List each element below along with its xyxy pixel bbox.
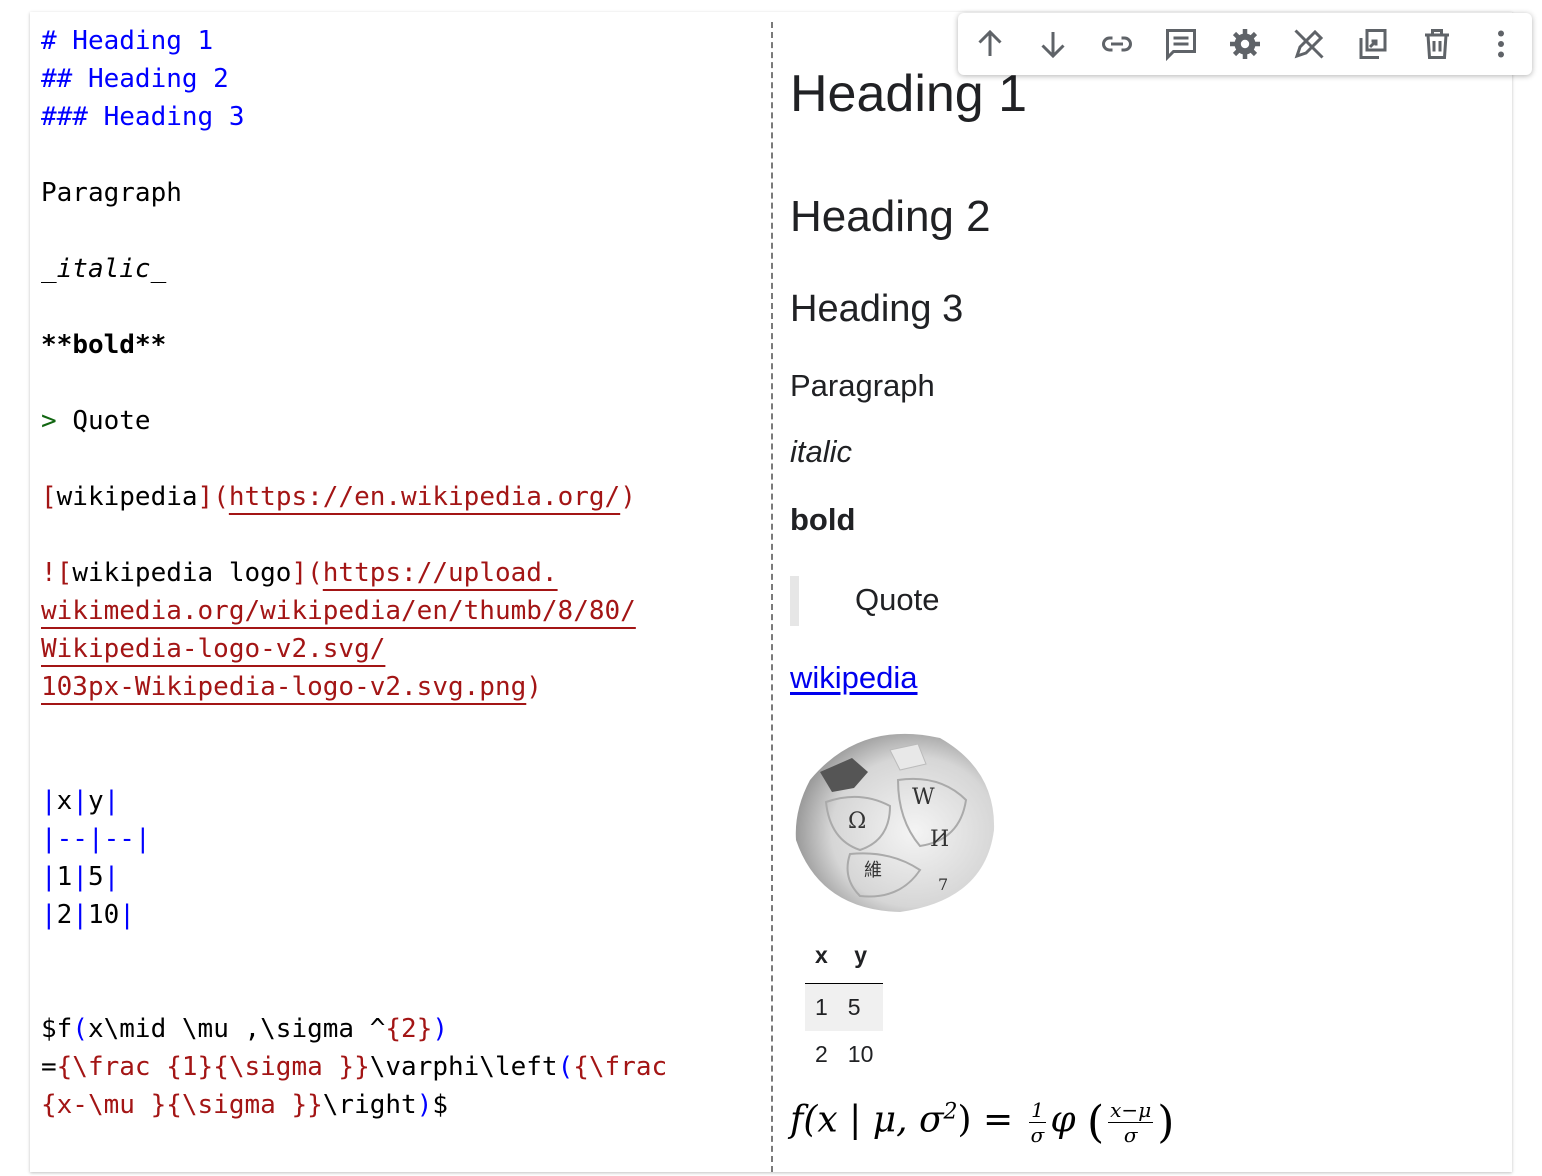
editor-line-h1: # Heading 1 (41, 26, 214, 56)
mirror-in-tab-icon[interactable] (1355, 26, 1391, 62)
wikipedia-logo-image: Ω W И 維 7 (795, 733, 995, 912)
text-cell[interactable]: # Heading 1 ## Heading 2 ### Heading 3 P… (30, 12, 1532, 1172)
table-row: 1 5 (805, 983, 884, 1031)
editor-line-italic: _italic_ (41, 254, 167, 284)
svg-text:7: 7 (938, 875, 948, 894)
edit-off-icon[interactable] (1291, 26, 1327, 62)
preview-blockquote: Quote (790, 576, 1199, 626)
preview-heading-3: Heading 3 (790, 288, 964, 330)
table-cell: 5 (837, 983, 884, 1031)
editor-table-sep: |--|--| (41, 824, 151, 854)
editor-math-line-3: {x-\mu }{\sigma }}\right)$ (41, 1090, 448, 1120)
delete-trash-icon[interactable] (1419, 26, 1455, 62)
editor-table-row-3: |1|5| (41, 862, 120, 892)
svg-text:Ω: Ω (848, 809, 866, 834)
link-icon[interactable] (1099, 26, 1135, 62)
preview-paragraph: Paragraph (790, 368, 935, 403)
editor-line-quote: > Quote (41, 406, 151, 436)
table-row: 2 10 (805, 1031, 883, 1078)
arrow-up-icon[interactable] (972, 26, 1008, 62)
editor-table-row-4: |2|10| (41, 900, 135, 930)
editor-line-image-4: 103px-Wikipedia-logo-v2.svg.png) (41, 672, 542, 702)
cell-toolbar (958, 13, 1532, 75)
preview-quote-text: Quote (855, 582, 940, 617)
preview-heading-2: Heading 2 (790, 192, 991, 241)
preview-math-equation: f(x | μ, σ2) = 1σφ (x−μ σ) (790, 1097, 1175, 1148)
svg-text:W: W (912, 785, 935, 810)
preview-bold: bold (790, 502, 856, 537)
editor-line-link: [wikipedia](https://en.wikipedia.org/) (41, 482, 636, 512)
table-cell: 1 (805, 983, 838, 1031)
table-cell: 10 (847, 1041, 874, 1067)
preview-italic: italic (790, 434, 853, 469)
preview-link[interactable]: wikipedia (790, 660, 918, 696)
split-divider[interactable] (771, 22, 773, 1172)
editor-line-h3: ### Heading 3 (41, 102, 245, 132)
comment-icon[interactable] (1163, 26, 1199, 62)
editor-line-h2: ## Heading 2 (41, 64, 229, 94)
settings-gear-icon[interactable] (1227, 26, 1263, 62)
editor-line-bold: **bold** (41, 330, 167, 360)
svg-text:維: 維 (864, 860, 882, 881)
table-header-x: x (805, 942, 838, 984)
editor-math-line-2: ={\frac {1}{\sigma }}\varphi\left({\frac (41, 1052, 668, 1082)
more-vert-icon[interactable] (1483, 26, 1519, 62)
editor-math-line-1: $f(x\mid \mu ,\sigma ^{2}) (41, 1014, 449, 1044)
editor-line-image-3: Wikipedia-logo-v2.svg/ (41, 634, 386, 664)
preview-table: x y 1 5 2 10 (805, 942, 884, 1078)
editor-line-image-2: wikimedia.org/wikipedia/en/thumb/8/80/ (41, 596, 636, 626)
table-cell: 2 (815, 1041, 828, 1067)
markdown-preview: Heading 1 Heading 2 Heading 3 Paragraph … (790, 12, 1512, 1172)
markdown-editor[interactable]: # Heading 1 ## Heading 2 ### Heading 3 P… (30, 12, 770, 1172)
table-header-y: y (837, 942, 884, 984)
arrow-down-icon[interactable] (1035, 26, 1071, 62)
editor-line-image-1: ![wikipedia logo](https://upload. (41, 558, 558, 588)
editor-line-paragraph: Paragraph (41, 178, 182, 208)
editor-table-row-1: |x|y| (41, 786, 120, 816)
svg-text:И: И (930, 827, 949, 852)
